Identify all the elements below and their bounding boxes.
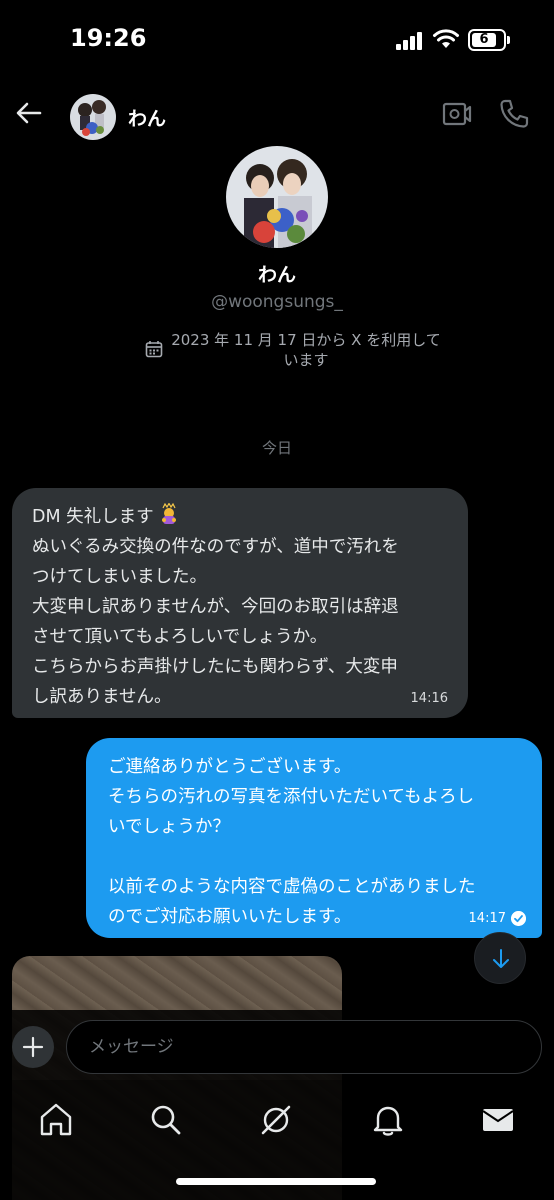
profile-avatar[interactable] [226, 146, 328, 248]
person-bowing-emoji [161, 503, 176, 524]
status-time: 19:26 [70, 24, 147, 52]
calendar-icon [145, 341, 163, 358]
add-attachment-button[interactable] [12, 1026, 54, 1068]
conversation-header: わん [0, 80, 554, 148]
message-line: つけてしまいました。 [32, 567, 207, 587]
cellular-signal-icon [396, 32, 424, 50]
message-line: そちらの汚れの写真を添付いただいてもよろし [108, 787, 475, 807]
battery-level: 6 [472, 33, 496, 47]
scroll-to-bottom-button[interactable] [474, 932, 526, 984]
message-line: こちらからお声掛けしたにも関わらず、大変申 [32, 657, 398, 677]
joined-line-2: います [283, 351, 329, 369]
message-composer [0, 1010, 554, 1080]
battery-tip [507, 36, 510, 44]
message-timestamp: 14:17 [468, 911, 506, 926]
message-line: のでご対応お願いいたします。 [108, 907, 352, 927]
phone-call-icon[interactable] [498, 98, 530, 130]
outgoing-message[interactable]: ご連絡ありがとうございます。 そちらの汚れの写真を添付いただいてもよろし いでし… [86, 738, 542, 938]
grok-icon[interactable] [256, 1100, 296, 1140]
status-bar: 19:26 6 [0, 0, 554, 80]
search-icon[interactable] [146, 1100, 186, 1140]
home-indicator [176, 1178, 376, 1185]
profile-handle: @woongsungs_ [211, 292, 343, 312]
video-call-icon[interactable] [442, 100, 472, 128]
profile-name: わん [257, 264, 296, 286]
joined-text: 2023 年 11 月 17 日から X を利用して います [171, 330, 441, 370]
message-line: いでしょうか？ [108, 817, 230, 837]
header-name[interactable]: わん [128, 104, 166, 131]
avatar[interactable] [70, 94, 116, 140]
message-line: 以前そのような内容で虚偽のことがありました [108, 877, 476, 897]
plus-icon [22, 1036, 44, 1058]
home-icon[interactable] [36, 1100, 76, 1140]
battery-icon: 6 [468, 29, 506, 51]
message-timestamp: 14:16 [410, 691, 448, 706]
message-input[interactable] [66, 1020, 542, 1074]
joined-line-1: 2023 年 11 月 17 日から X を利用して [171, 331, 441, 349]
incoming-message[interactable]: DM 失礼します ぬいぐるみ交換の件なのですが、道中で汚れを つけてしまいました… [12, 488, 468, 718]
message-line: 大変申し訳ありませんが、今回のお取引は辞退 [32, 597, 399, 617]
message-line: DM 失礼します [32, 502, 452, 532]
message-line: ご連絡ありがとうございます。 [108, 757, 352, 777]
day-separator: 今日 [261, 439, 292, 457]
messages-icon[interactable] [478, 1100, 518, 1140]
message-line: し訳ありません。 [32, 687, 172, 707]
message-line: ぬいぐるみ交換の件なのですが、道中で汚れを [32, 537, 399, 557]
notifications-icon[interactable] [368, 1100, 408, 1140]
message-line-text: DM 失礼します [32, 507, 154, 527]
wifi-icon [433, 29, 459, 48]
message-line: させて頂いてもよろしいでしょうか。 [32, 627, 328, 647]
arrow-down-icon [493, 949, 509, 968]
back-arrow-icon[interactable] [14, 98, 44, 128]
read-receipt-icon [511, 911, 526, 926]
